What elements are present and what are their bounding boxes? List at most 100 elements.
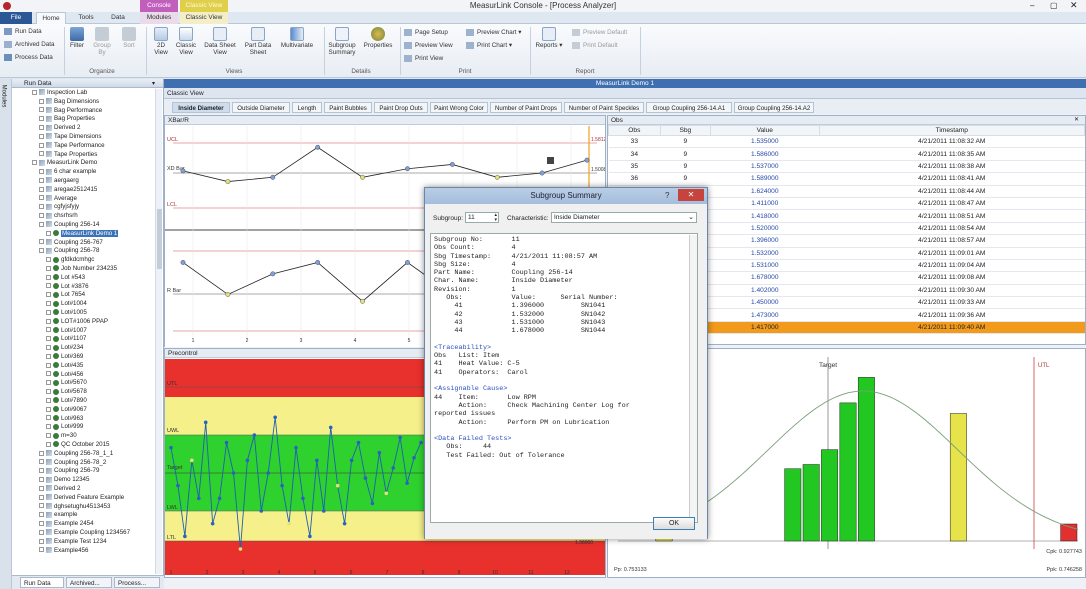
expand-toggle-icon[interactable] <box>39 151 44 157</box>
tree-item[interactable]: Lot#7890 <box>46 397 87 405</box>
range-point[interactable] <box>270 271 276 277</box>
tree-item[interactable]: 6 char example <box>39 168 96 176</box>
expand-toggle-icon[interactable] <box>46 283 51 289</box>
expand-toggle-icon[interactable] <box>39 186 44 192</box>
expand-toggle-icon[interactable] <box>46 406 51 412</box>
expand-toggle-icon[interactable] <box>39 204 44 210</box>
subgroup-spinner[interactable]: 11 ▴ ▾ <box>465 212 499 223</box>
xbar-point[interactable] <box>225 179 231 184</box>
tree-item[interactable]: Tape Dimensions <box>39 133 101 141</box>
expand-toggle-icon[interactable] <box>46 389 51 395</box>
tab-characteristic[interactable]: Paint Wrong Color <box>430 102 488 113</box>
sort-button[interactable]: Sort <box>118 27 140 49</box>
precontrol-point[interactable] <box>203 420 208 425</box>
print-chart-button[interactable]: Print Chart ▾ <box>466 42 512 49</box>
bottom-tab-archived[interactable]: Archived... <box>66 577 112 588</box>
precontrol-point[interactable] <box>398 435 402 440</box>
dialog-help-button[interactable]: ? <box>665 191 669 200</box>
tree-item[interactable]: Lot#1107 <box>46 335 86 343</box>
chevron-down-icon[interactable]: ⌄ <box>688 213 694 223</box>
tree-scrollbar[interactable] <box>155 89 162 574</box>
bottom-tab-run-data[interactable]: Run Data <box>20 577 64 588</box>
preview-view-button[interactable]: Preview View <box>404 42 453 49</box>
page-setup-button[interactable]: Page Setup <box>404 29 448 36</box>
group-by-button[interactable]: Group By <box>90 27 114 56</box>
tab-tools[interactable]: Tools <box>72 12 100 24</box>
precontrol-point[interactable] <box>238 547 243 551</box>
precontrol-point[interactable] <box>217 496 222 501</box>
print-view-button[interactable]: Print View <box>404 55 443 62</box>
table-row[interactable]: 34 9 1.586000 4/21/2011 11:08:35 AM <box>608 147 1085 161</box>
expand-toggle-icon[interactable] <box>39 503 44 509</box>
tree-item[interactable]: Lot#435 <box>46 362 83 370</box>
obs-pin-icon[interactable]: ✕ <box>1074 116 1079 123</box>
precontrol-point[interactable] <box>321 509 326 513</box>
precontrol-point[interactable] <box>210 521 215 526</box>
precontrol-point[interactable] <box>328 425 333 430</box>
precontrol-point[interactable] <box>301 496 305 501</box>
classic-view-button[interactable]: Classic View <box>174 27 198 56</box>
spinner-arrows-icon[interactable]: ▴ ▾ <box>494 213 497 223</box>
tab-characteristic[interactable]: Group Coupling 256-14.A2 <box>734 102 814 113</box>
tree-item[interactable]: Example456 <box>39 547 88 555</box>
expand-toggle-icon[interactable] <box>46 424 51 430</box>
tree-item[interactable]: aergaerg <box>39 177 79 185</box>
precontrol-point[interactable] <box>231 471 236 475</box>
xbar-point[interactable] <box>539 170 545 176</box>
expand-toggle-icon[interactable] <box>46 327 51 333</box>
precontrol-point[interactable] <box>412 456 416 460</box>
expand-toggle-icon[interactable] <box>46 336 51 342</box>
column-header[interactable]: Sbg <box>659 125 711 136</box>
precontrol-point[interactable] <box>349 458 354 463</box>
tree-item[interactable]: Coupling 256-79 <box>39 467 99 475</box>
tree-item[interactable]: example <box>39 511 77 519</box>
tree-item[interactable]: Lot#1004 <box>46 300 87 308</box>
expand-toggle-icon[interactable] <box>39 107 44 113</box>
tree-item[interactable]: cgfyjsfyjy <box>39 203 79 211</box>
expand-toggle-icon[interactable] <box>39 459 44 465</box>
bottom-tab-process[interactable]: Process... <box>114 577 160 588</box>
tree-item[interactable]: aregae2512415 <box>39 186 97 194</box>
range-point[interactable] <box>225 292 231 297</box>
tree-item[interactable]: Lot#963 <box>46 415 83 423</box>
tree-item[interactable]: Example Coupling 1234567 <box>39 529 130 537</box>
tree-item[interactable]: Inspection Lab <box>32 89 87 97</box>
minimize-button[interactable]: – <box>1030 1 1034 10</box>
precontrol-point[interactable] <box>356 440 361 445</box>
column-header[interactable]: Obs <box>608 125 661 136</box>
tree-item[interactable]: chsrhsrh <box>39 212 78 220</box>
dialog-close-button[interactable]: ✕ <box>678 189 704 201</box>
column-header[interactable]: Timestamp <box>818 125 1086 136</box>
xbar-point[interactable] <box>584 157 590 163</box>
tree-item[interactable]: Lot#456 <box>46 371 83 379</box>
tree-item[interactable]: Lot#1007 <box>46 327 87 335</box>
table-row[interactable]: 35 9 1.537000 4/21/2011 11:08:38 AM <box>608 160 1085 174</box>
expand-toggle-icon[interactable] <box>46 371 51 377</box>
expand-toggle-icon[interactable] <box>39 547 44 553</box>
tab-characteristic[interactable]: Number of Paint Speckles <box>564 102 644 113</box>
expand-toggle-icon[interactable] <box>46 292 51 298</box>
tree-item[interactable]: Lot#1005 <box>46 309 87 317</box>
histogram-bar[interactable] <box>839 402 857 542</box>
precontrol-point[interactable] <box>273 415 277 420</box>
summary-scrollbar[interactable] <box>689 235 697 521</box>
characteristic-select[interactable]: Inside Diameter ⌄ <box>551 212 697 223</box>
tree-item[interactable]: Example 2454 <box>39 520 94 528</box>
expand-toggle-icon[interactable] <box>39 221 44 227</box>
tree-item[interactable]: Demo 12345 <box>39 476 89 484</box>
xbar-point[interactable] <box>360 174 365 180</box>
tree-item[interactable]: m=30 <box>46 432 77 440</box>
tab-characteristic[interactable]: Number of Paint Drops <box>490 102 562 113</box>
precontrol-point[interactable] <box>224 440 229 445</box>
tab-characteristic[interactable]: Paint Bubbles <box>324 102 372 113</box>
xbar-point[interactable] <box>315 144 321 150</box>
histogram-bar[interactable] <box>821 449 839 542</box>
expand-toggle-icon[interactable] <box>46 441 51 447</box>
preview-chart-button[interactable]: Preview Chart ▾ <box>466 29 521 36</box>
precontrol-point[interactable] <box>266 471 271 475</box>
precontrol-point[interactable] <box>335 483 340 488</box>
tree-item[interactable]: Lot#369 <box>46 353 83 361</box>
expand-toggle-icon[interactable] <box>46 230 51 236</box>
precontrol-point[interactable] <box>183 534 187 539</box>
multivariate-button[interactable]: Multivariate <box>278 27 316 49</box>
